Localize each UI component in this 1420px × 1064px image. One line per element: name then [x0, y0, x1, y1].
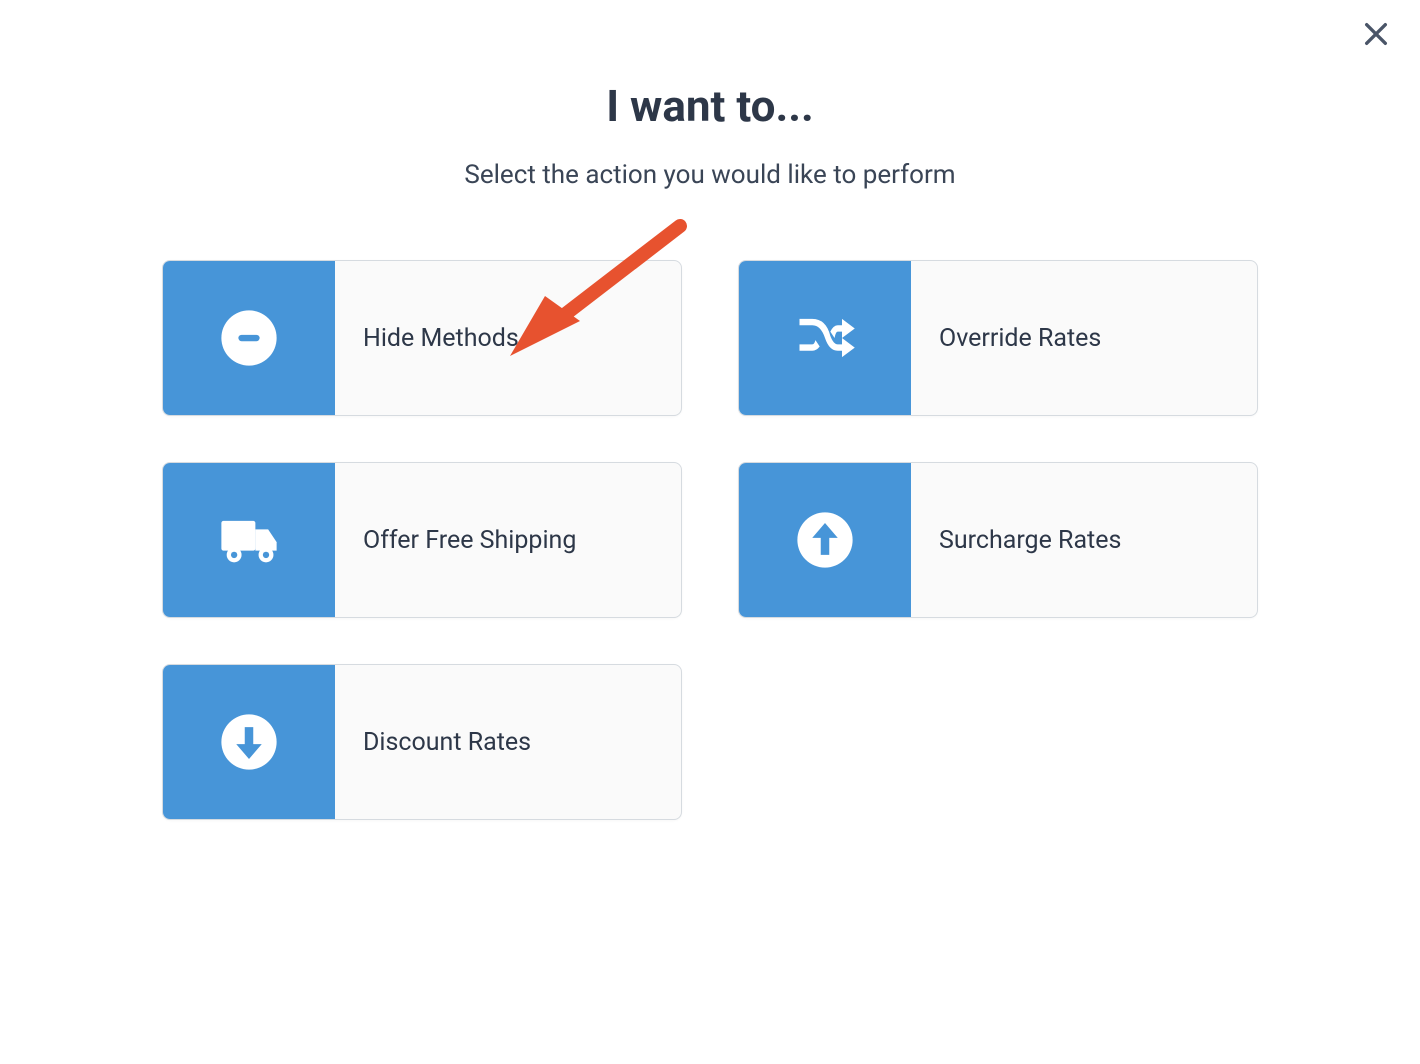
icon-box [739, 463, 911, 617]
icon-box [163, 261, 335, 415]
action-label: Override Rates [911, 261, 1257, 415]
action-override-rates[interactable]: Override Rates [738, 260, 1258, 416]
action-label: Offer Free Shipping [335, 463, 681, 617]
minus-circle-icon [215, 304, 283, 372]
arrow-up-circle-icon [791, 506, 859, 574]
icon-box [163, 665, 335, 819]
page-subtitle: Select the action you would like to perf… [464, 160, 955, 190]
action-hide-methods[interactable]: Hide Methods [162, 260, 682, 416]
action-grid: Hide Methods Override Rates [162, 260, 1258, 820]
action-label: Discount Rates [335, 665, 681, 819]
action-free-shipping[interactable]: Offer Free Shipping [162, 462, 682, 618]
close-icon [1360, 18, 1392, 50]
page-title: I want to... [606, 80, 814, 132]
arrow-down-circle-icon [215, 708, 283, 776]
icon-box [739, 261, 911, 415]
action-surcharge-rates[interactable]: Surcharge Rates [738, 462, 1258, 618]
action-label: Surcharge Rates [911, 463, 1257, 617]
modal-content: I want to... Select the action you would… [0, 0, 1420, 820]
close-button[interactable] [1356, 14, 1396, 54]
truck-icon [215, 506, 283, 574]
shuffle-icon [791, 304, 859, 372]
action-discount-rates[interactable]: Discount Rates [162, 664, 682, 820]
icon-box [163, 463, 335, 617]
action-label: Hide Methods [335, 261, 681, 415]
